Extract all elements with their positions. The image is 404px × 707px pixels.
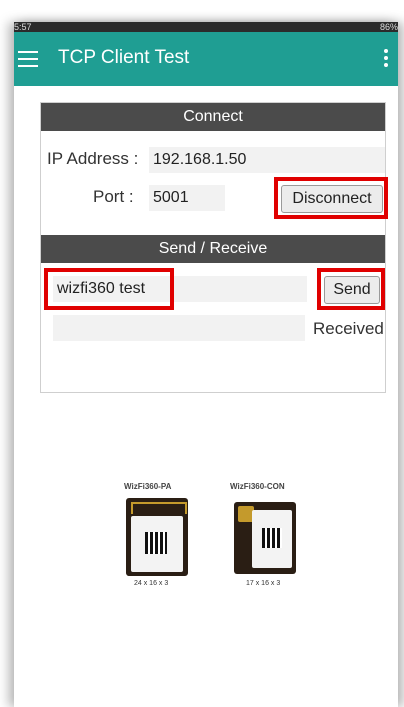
- connect-header: Connect: [41, 103, 385, 131]
- send-highlight: [317, 268, 385, 310]
- tcp-panel: Connect IP Address : 192.168.1.50 Port :…: [40, 102, 388, 393]
- status-time: 5:57: [14, 22, 32, 32]
- app-bar: TCP Client Test: [14, 32, 398, 86]
- module-name: WizFi360-CON: [230, 482, 285, 491]
- module-name: WizFi360-PA: [124, 482, 172, 491]
- status-battery: 86%: [379, 22, 398, 32]
- port-label: Port :: [93, 187, 134, 206]
- message-highlight: [44, 268, 174, 310]
- ip-address-input[interactable]: 192.168.1.50: [149, 147, 385, 173]
- received-field: [53, 315, 305, 341]
- wizfi360-con-module: [234, 502, 296, 574]
- module-images: WizFi360-PA 24 x 16 x 3 WizFi360-CON 17 …: [124, 482, 344, 652]
- wizfi360-pa-module: [126, 498, 188, 576]
- ip-address-label: IP Address :: [47, 149, 139, 168]
- app-title: TCP Client Test: [58, 47, 190, 68]
- port-input[interactable]: 5001: [149, 185, 225, 211]
- send-receive-header: Send / Receive: [41, 235, 385, 263]
- menu-icon[interactable]: [18, 51, 38, 67]
- status-bar: 5:57 86%: [14, 22, 398, 32]
- overflow-menu-icon[interactable]: [384, 49, 388, 70]
- received-label: Received: [313, 319, 384, 338]
- module-dims: 24 x 16 x 3: [134, 580, 169, 587]
- module-dims: 17 x 16 x 3: [246, 580, 281, 587]
- phone-screen: 5:57 86% TCP Client Test Connect IP Addr…: [14, 22, 398, 707]
- disconnect-highlight: [274, 177, 388, 219]
